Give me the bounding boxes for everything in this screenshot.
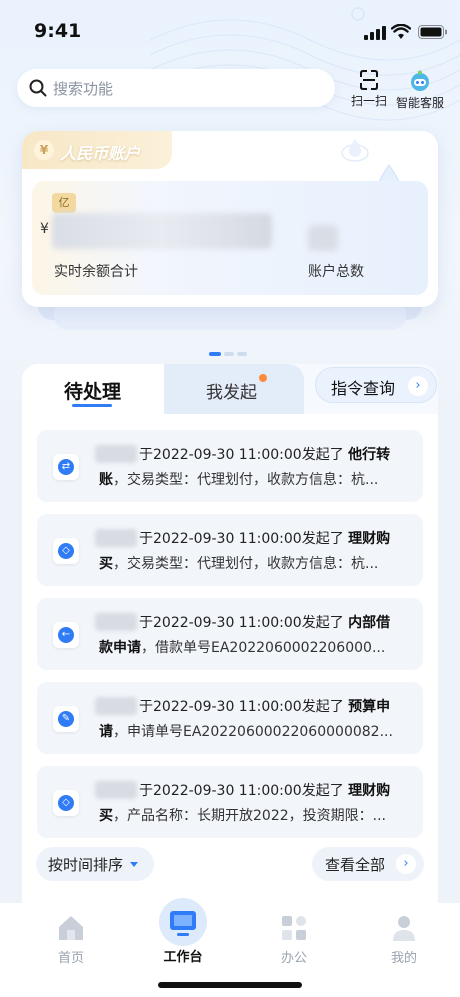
tab-pending[interactable]: 待处理 — [22, 364, 164, 416]
nav-me-label: 我的 — [390, 951, 417, 966]
diamond-icon: ◇ — [58, 795, 74, 811]
tab-initiated[interactable]: 我发起 — [164, 364, 304, 414]
task-line-2: 请，申请单号EA20220600022060000082... — [99, 724, 393, 740]
tab-initiated-label: 我发起 — [206, 383, 257, 403]
task-item[interactable]: ⇄ 于2022-09-30 11:00:00发起了 他行转 账，交易类型：代理划… — [37, 430, 423, 502]
command-query-button[interactable]: 指令查询 › — [315, 367, 437, 403]
chevron-right-icon: › — [396, 854, 416, 874]
wifi-icon — [391, 24, 411, 39]
edit-icon: ✎ — [58, 711, 74, 727]
scan-label: 扫一扫 — [350, 94, 387, 108]
nav-office-label: 办公 — [280, 951, 307, 966]
task-icon-box: ◇ — [53, 790, 79, 816]
currency-symbol: ¥ — [40, 221, 49, 237]
account-tag-label: 人民币账户 — [60, 144, 141, 163]
task-item[interactable]: ← 于2022-09-30 11:00:00发起了 内部借 款申请，借款单号EA… — [37, 598, 423, 670]
active-tab-underline — [72, 404, 112, 407]
task-line-1: 于2022-09-30 11:00:00发起了 内部借 — [139, 615, 391, 631]
task-icon-box: ✎ — [53, 706, 79, 732]
search-icon — [29, 79, 47, 97]
notification-dot — [259, 374, 267, 382]
sort-by-time-button[interactable]: 按时间排序 — [36, 847, 154, 881]
robot-icon — [411, 70, 429, 91]
balance-value-masked — [52, 213, 272, 249]
home-indicator — [158, 982, 302, 988]
search-input[interactable]: 搜索功能 — [17, 69, 335, 107]
nav-workbench-label: 工作台 — [163, 950, 203, 965]
account-tag: ¥ 人民币账户 — [22, 131, 172, 169]
home-icon — [59, 916, 83, 940]
chevron-right-icon: › — [408, 376, 428, 396]
task-item[interactable]: ◇ 于2022-09-30 11:00:00发起了 理财购 买，交易类型：代理划… — [37, 514, 423, 586]
task-icon-box: ⇄ — [53, 454, 79, 480]
carousel-indicator — [209, 341, 250, 360]
nav-home[interactable]: 首页 — [25, 913, 117, 966]
task-icon-box: ◇ — [53, 538, 79, 564]
task-line-2: 账，交易类型：代理划付，收款方信息：杭... — [99, 472, 379, 488]
task-line-2: 买，产品名称：长期开放2022，投资期限：... — [99, 808, 386, 824]
account-count-masked — [308, 225, 338, 251]
view-all-label: 查看全部 — [325, 856, 386, 874]
task-icon-box: ← — [53, 622, 79, 648]
nav-home-label: 首页 — [57, 951, 84, 966]
smart-service-button[interactable]: 智能客服 — [392, 70, 448, 111]
status-bar: 9:41 — [0, 0, 460, 66]
nav-me[interactable]: 我的 — [358, 913, 450, 966]
sort-label: 按时间排序 — [48, 856, 124, 874]
diamond-icon: ◇ — [58, 543, 74, 559]
task-line-1: 于2022-09-30 11:00:00发起了 他行转 — [139, 447, 391, 463]
search-placeholder: 搜索功能 — [53, 80, 114, 98]
initiator-name-masked — [95, 613, 137, 631]
balance-label: 实时余额合计 — [54, 264, 138, 280]
initiator-name-masked — [95, 697, 137, 715]
user-icon — [393, 916, 415, 941]
transfer-icon: ⇄ — [58, 459, 74, 475]
task-line-2: 买，交易类型：代理划付，收款方信息：杭... — [99, 556, 379, 572]
task-line-1: 于2022-09-30 11:00:00发起了 理财购 — [139, 531, 391, 547]
scan-button[interactable]: 扫一扫 — [349, 70, 389, 109]
yuan-coin-icon: ¥ — [34, 140, 54, 160]
nav-office[interactable]: 办公 — [248, 913, 340, 966]
task-item[interactable]: ◇ 于2022-09-30 11:00:00发起了 理财购 买，产品名称：长期开… — [37, 766, 423, 838]
account-count-label: 账户总数 — [308, 264, 364, 280]
monitor-icon — [170, 911, 196, 936]
task-item[interactable]: ✎ 于2022-09-30 11:00:00发起了 预算申 请，申请单号EA20… — [37, 682, 423, 754]
tab-pending-label: 待处理 — [64, 381, 122, 403]
initiator-name-masked — [95, 781, 137, 799]
nav-workbench[interactable]: 工作台 — [137, 908, 229, 965]
task-line-1: 于2022-09-30 11:00:00发起了 理财购 — [139, 783, 391, 799]
grid-apps-icon — [282, 916, 306, 940]
loan-icon: ← — [58, 627, 74, 643]
view-all-button[interactable]: 查看全部 › — [312, 847, 424, 881]
scan-icon — [360, 70, 378, 90]
caret-down-icon — [130, 862, 138, 867]
unit-badge: 亿 — [52, 193, 76, 213]
initiator-name-masked — [95, 529, 137, 547]
task-line-2: 款申请，借款单号EA2022060002206000... — [99, 640, 386, 656]
cellular-signal-icon — [364, 26, 386, 40]
task-line-1: 于2022-09-30 11:00:00发起了 预算申 — [139, 699, 391, 715]
balance-panel: 亿 ¥ 实时余额合计 账户总数 — [32, 181, 428, 295]
initiator-name-masked — [95, 445, 137, 463]
status-time: 9:41 — [34, 20, 82, 42]
command-query-label: 指令查询 — [331, 379, 396, 398]
battery-icon — [418, 25, 447, 39]
rmb-account-card[interactable]: ¥ 人民币账户 亿 ¥ 实时余额合计 账户总数 — [22, 131, 438, 307]
smart-service-label: 智能客服 — [395, 96, 444, 110]
small-drop-icon — [341, 139, 369, 162]
